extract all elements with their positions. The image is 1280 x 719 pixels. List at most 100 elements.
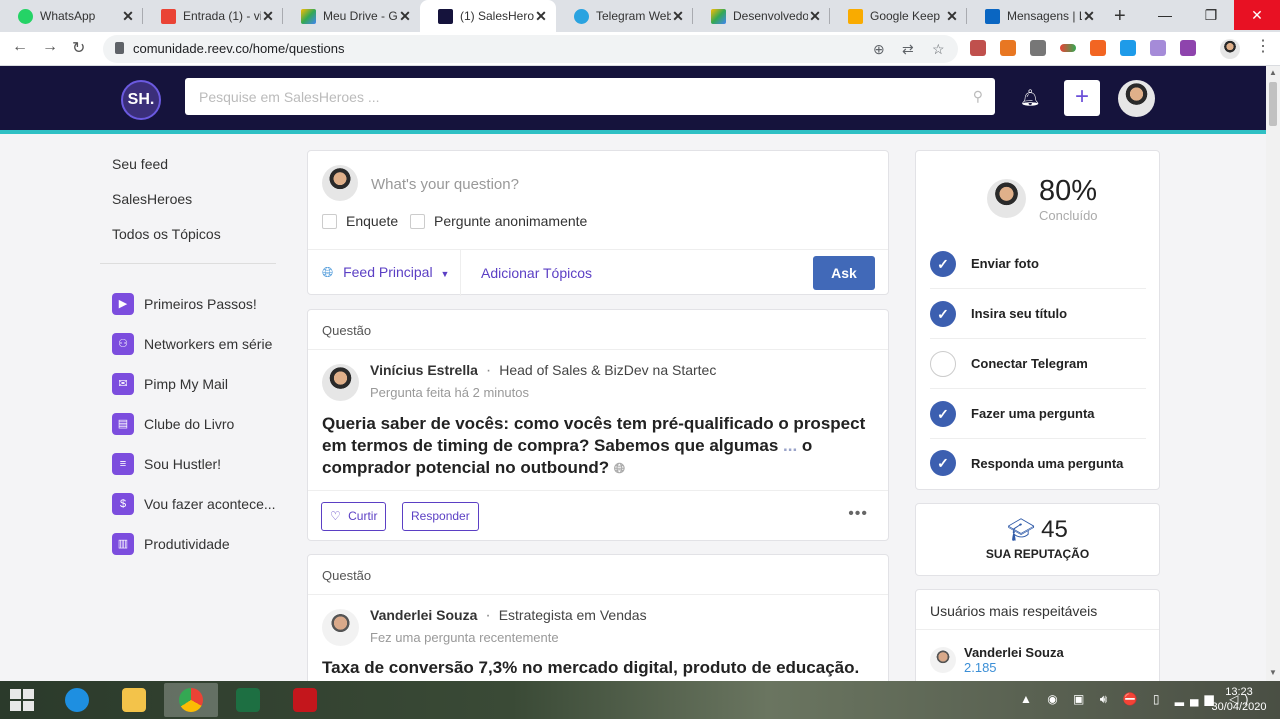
add-topics-link[interactable]: Adicionar Tópicos bbox=[481, 265, 592, 281]
close-tab-icon[interactable]: ✕ bbox=[671, 8, 685, 25]
back-icon[interactable]: ← bbox=[12, 38, 28, 56]
question-text[interactable]: Taxa de conversão 7,3% no mercado digita… bbox=[322, 657, 877, 679]
salesheroes-logo[interactable]: SH. bbox=[121, 80, 161, 120]
nav-salesheroes[interactable]: SalesHeroes bbox=[100, 185, 276, 220]
forward-icon[interactable]: → bbox=[42, 38, 58, 56]
step-fazer-pergunta[interactable]: ✓ Fazer uma pergunta bbox=[930, 389, 1146, 439]
topic-pimp-my-mail[interactable]: ✉ Pimp My Mail bbox=[100, 364, 276, 404]
drive-icon bbox=[301, 8, 316, 24]
taskbar-excel[interactable] bbox=[221, 683, 275, 717]
empty-circle-icon bbox=[930, 350, 956, 377]
browser-tab-drive[interactable]: Meu Drive - Go ✕ bbox=[283, 0, 420, 32]
browser-tab-whatsapp[interactable]: WhatsApp ✕ bbox=[0, 0, 143, 32]
top-user-item[interactable]: Vanderlei Souza 2.185 bbox=[930, 645, 1064, 675]
anonymous-checkbox[interactable]: Pergunte anonimamente bbox=[410, 213, 587, 229]
extension-icon[interactable] bbox=[1180, 40, 1196, 56]
mail-icon: ✉ bbox=[112, 373, 134, 395]
close-tab-icon[interactable]: ✕ bbox=[808, 8, 822, 25]
new-post-button[interactable]: + bbox=[1064, 80, 1100, 116]
network-icon: ⚇ bbox=[112, 333, 134, 355]
extension-icon[interactable] bbox=[1000, 40, 1016, 56]
topic-primeiros-passos[interactable]: ▶ Primeiros Passos! bbox=[100, 284, 276, 324]
extension-icon[interactable] bbox=[1060, 44, 1076, 52]
extension-icon[interactable] bbox=[1090, 40, 1106, 56]
question-input[interactable]: What's your question? bbox=[371, 176, 519, 193]
scroll-up-icon[interactable]: ▲ bbox=[1269, 68, 1277, 77]
nav-todos-topicos[interactable]: Todos os Tópicos bbox=[100, 220, 276, 255]
like-button[interactable]: ♡ Curtir bbox=[321, 502, 387, 531]
question-text[interactable]: Queria saber de vocês: como vocês tem pr… bbox=[322, 413, 877, 479]
taskbar-clock[interactable]: 13:23 30/04/2020 bbox=[1206, 685, 1272, 715]
author-avatar[interactable] bbox=[322, 609, 359, 646]
author-name[interactable]: Vanderlei Souza bbox=[370, 607, 477, 623]
close-window-icon[interactable]: ✕ bbox=[1234, 0, 1280, 30]
extension-icon[interactable] bbox=[1030, 40, 1046, 56]
globe-icon: 🌐︎ bbox=[613, 460, 626, 476]
notification-bell-icon[interactable]: 🔔︎ bbox=[1020, 88, 1040, 108]
browser-tab-linkedin[interactable]: Mensagens | Li ✕ bbox=[967, 0, 1104, 32]
pdf-extension-icon[interactable] bbox=[970, 40, 986, 56]
windows-taskbar: ▲ ◉ ▣ 🔊︎ ⛔ ▯ ▂▄▆ ◁) 13:23 30/04/2020 bbox=[0, 681, 1280, 719]
author-role: Estrategista em Vendas bbox=[498, 607, 647, 623]
close-tab-icon[interactable]: ✕ bbox=[261, 8, 275, 25]
scrollbar-thumb[interactable] bbox=[1269, 82, 1277, 126]
browser-tab-developer[interactable]: Desenvolvedor ✕ bbox=[693, 0, 830, 32]
extension-icon[interactable] bbox=[1120, 40, 1136, 56]
topic-produtividade[interactable]: ▥ Produtividade bbox=[100, 524, 276, 564]
step-enviar-foto[interactable]: ✓ Enviar foto bbox=[930, 239, 1146, 289]
author-avatar[interactable] bbox=[322, 364, 359, 401]
scroll-down-icon[interactable]: ▼ bbox=[1269, 668, 1277, 677]
translate-icon[interactable]: ⇄ bbox=[902, 41, 914, 58]
drive-icon bbox=[711, 8, 726, 24]
profile-progress-card: 80% Concluído ✓ Enviar foto ✓ Insira seu… bbox=[915, 150, 1160, 490]
close-tab-icon[interactable]: ✕ bbox=[398, 8, 412, 25]
topic-sou-hustler[interactable]: ≡ Sou Hustler! bbox=[100, 444, 276, 484]
close-tab-icon[interactable]: ✕ bbox=[534, 8, 548, 25]
search-icon[interactable]: ⚲ bbox=[973, 88, 983, 105]
topic-vou-fazer-acontecer[interactable]: $ Vou fazer acontece... bbox=[100, 484, 276, 524]
question-section-label: Questão bbox=[308, 555, 888, 595]
more-options-icon[interactable]: ••• bbox=[848, 505, 868, 523]
taskbar-acrobat[interactable] bbox=[278, 683, 332, 717]
ask-question-card: What's your question? Enquete Pergunte a… bbox=[307, 150, 889, 296]
question-card: Questão Vinícius Estrella · Head of Sales … bbox=[307, 309, 889, 541]
question-author: Vanderlei Souza · Estrategista em Vendas F… bbox=[322, 607, 647, 646]
bookmark-star-icon[interactable]: ☆ bbox=[932, 41, 945, 58]
close-tab-icon[interactable]: ✕ bbox=[1082, 8, 1096, 25]
add-icon[interactable]: ⊕ bbox=[873, 41, 885, 58]
step-conectar-telegram[interactable]: Conectar Telegram bbox=[930, 339, 1146, 389]
close-tab-icon[interactable]: ✕ bbox=[121, 8, 135, 25]
close-tab-icon[interactable]: ✕ bbox=[945, 8, 959, 25]
windows-start-icon[interactable] bbox=[10, 689, 34, 711]
address-bar[interactable]: comunidade.reev.co/home/questions ⊕ ⇄ ☆ bbox=[103, 35, 958, 63]
step-insira-titulo[interactable]: ✓ Insira seu título bbox=[930, 289, 1146, 339]
taskbar-file-explorer[interactable] bbox=[107, 683, 161, 717]
page-scrollbar[interactable]: ▲ ▼ bbox=[1266, 66, 1280, 681]
taskbar-internet-explorer[interactable] bbox=[50, 683, 104, 717]
profile-avatar[interactable] bbox=[1220, 39, 1240, 59]
minimize-icon[interactable]: — bbox=[1142, 0, 1188, 30]
reply-button[interactable]: Responder bbox=[402, 502, 479, 531]
topic-clube-do-livro[interactable]: ▤ Clube do Livro bbox=[100, 404, 276, 444]
user-avatar[interactable] bbox=[1118, 80, 1155, 117]
taskbar-chrome[interactable] bbox=[164, 683, 218, 717]
topic-networkers[interactable]: ⚇ Networkers em série bbox=[100, 324, 276, 364]
reload-icon[interactable]: ↻ bbox=[72, 38, 85, 58]
feed-selector[interactable]: 🌐︎ Feed Principal ▼ bbox=[322, 264, 449, 281]
poll-checkbox[interactable]: Enquete bbox=[322, 213, 398, 229]
browser-tab-telegram[interactable]: Telegram Web ✕ bbox=[556, 0, 693, 32]
author-name[interactable]: Vinícius Estrella bbox=[370, 362, 478, 378]
browser-tab-gmail[interactable]: Entrada (1) - vi ✕ bbox=[143, 0, 283, 32]
step-responda-pergunta[interactable]: ✓ Responda uma pergunta bbox=[930, 438, 1146, 488]
nav-seu-feed[interactable]: Seu feed bbox=[100, 150, 276, 185]
ask-button[interactable]: Ask bbox=[813, 256, 875, 290]
restore-icon[interactable]: ❐ bbox=[1188, 0, 1234, 30]
menu-icon[interactable]: ⋮ bbox=[1255, 36, 1271, 56]
browser-tab-keep[interactable]: Google Keep ✕ bbox=[830, 0, 967, 32]
browser-tab-salesheroes[interactable]: (1) SalesHeroes ✕ bbox=[420, 0, 556, 32]
user-avatar bbox=[987, 179, 1026, 218]
search-input[interactable] bbox=[185, 78, 945, 115]
new-tab-icon[interactable]: + bbox=[1114, 5, 1126, 28]
expand-link[interactable]: ... bbox=[783, 436, 797, 455]
extension-icon[interactable] bbox=[1150, 40, 1166, 56]
